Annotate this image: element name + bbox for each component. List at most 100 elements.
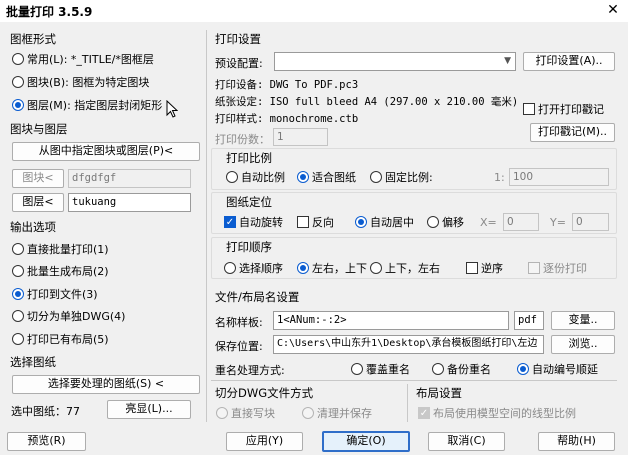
title-bar	[0, 0, 628, 22]
print-settings-label: 打印设置	[215, 32, 261, 46]
section-divider	[211, 380, 617, 381]
scale-radio-fit[interactable]: 适合图纸	[297, 169, 356, 185]
print-log-button[interactable]: 打印戳记(M)..	[530, 123, 615, 142]
cancel-button[interactable]: 取消(C)	[428, 432, 505, 451]
help-button[interactable]: 帮助(H)	[538, 432, 615, 451]
offset-y-field[interactable]: 0	[572, 213, 609, 231]
save-location-field[interactable]: C:\Users\中山东升1\Desktop\承台模板图纸打印\左边	[273, 335, 544, 354]
radio-indicator	[12, 99, 24, 111]
save-location-label: 保存位置:	[215, 340, 263, 353]
collate-checkbox[interactable]: 逐份打印	[528, 260, 587, 276]
browse-button[interactable]: 浏览..	[551, 335, 615, 354]
radio-indicator	[427, 216, 439, 228]
radio-indicator	[370, 262, 382, 274]
radio-indicator	[302, 407, 314, 419]
pick-block-or-layer-button[interactable]: 从图中指定图块或图层(P)<	[12, 142, 200, 161]
radio-indicator	[12, 53, 24, 65]
checkbox-label: 逆序	[481, 262, 503, 275]
name-template-field[interactable]: 1<ANum:-:2>	[273, 311, 509, 330]
checkbox-label: 逐份打印	[543, 262, 587, 275]
preset-select[interactable]: ▼	[274, 52, 516, 71]
preview-button[interactable]: 预览(R)	[7, 432, 86, 451]
radio-label: 批量生成布局(2)	[27, 265, 109, 278]
radio-label: 常用(L): *_TITLE/*图框层	[27, 53, 154, 66]
radio-label: 自动居中	[370, 216, 414, 229]
output-radio-direct-print[interactable]: 直接批量打印(1)	[12, 241, 109, 257]
ok-button[interactable]: 确定(O)	[322, 431, 410, 452]
radio-indicator	[351, 363, 363, 375]
radio-indicator	[226, 171, 238, 183]
radio-indicator	[297, 171, 309, 183]
scale-radio-fixed[interactable]: 固定比例:	[370, 169, 433, 185]
radio-indicator	[355, 216, 367, 228]
file-layout-label: 文件/布局名设置	[215, 290, 300, 304]
output-radio-gen-layouts[interactable]: 批量生成布局(2)	[12, 263, 109, 279]
check-icon: ✓	[224, 216, 236, 228]
scale-ratio-field[interactable]: 100	[509, 168, 609, 186]
radio-label: 自动比例	[241, 171, 285, 184]
radio-indicator	[12, 243, 24, 255]
radio-label: 选择顺序	[239, 262, 283, 275]
chevron-down-icon: ▼	[504, 56, 511, 66]
output-radio-split-dwg[interactable]: 切分为单独DWG(4)	[12, 308, 125, 324]
print-order-label: 打印顺序	[224, 239, 274, 255]
frame-radio-block[interactable]: 图块(B): 图框为特定图块	[12, 74, 149, 90]
block-pick-button[interactable]: 图块<	[12, 169, 64, 188]
order-radio-tb-lr[interactable]: 上下，左右	[370, 260, 440, 276]
select-drawings-button[interactable]: 选择要处理的图纸(S) <	[12, 375, 200, 394]
close-icon[interactable]: ✕	[604, 1, 622, 19]
frame-radio-layer[interactable]: 图层(M): 指定图层封闭矩形	[12, 97, 162, 113]
order-radio-select[interactable]: 选择顺序	[224, 260, 283, 276]
scale-radio-auto[interactable]: 自动比例	[226, 169, 285, 185]
split-radio-direct-wblock[interactable]: 直接写块	[216, 405, 275, 421]
apply-button[interactable]: 应用(Y)	[226, 432, 303, 451]
mouse-cursor-icon	[166, 100, 178, 118]
highlight-button[interactable]: 亮显(L)...	[107, 400, 191, 419]
offset-x-label: X=	[480, 216, 497, 229]
rename-radio-backup[interactable]: 备份重名	[432, 361, 491, 377]
reverse-checkbox[interactable]: 反向	[297, 214, 334, 230]
block-name-field[interactable]: dfgdfgf	[68, 169, 191, 188]
radio-indicator	[12, 76, 24, 88]
checkbox-label: 布局使用模型空间的线型比例	[433, 407, 576, 420]
variables-button[interactable]: 变量..	[551, 311, 615, 330]
radio-indicator	[517, 363, 529, 375]
radio-label: 上下，左右	[385, 262, 440, 275]
print-settings-button[interactable]: 打印设置(A)..	[523, 52, 615, 71]
order-radio-lr-tb[interactable]: 左右，上下	[297, 260, 367, 276]
reverse-order-checkbox[interactable]: 逆序	[466, 260, 503, 276]
open-print-log-checkbox[interactable]: 打开打印戳记	[523, 101, 604, 117]
radio-indicator	[12, 288, 24, 300]
output-radio-existing-layouts[interactable]: 打印已有布局(5)	[12, 331, 109, 347]
checkbox-indicator	[297, 216, 309, 228]
offset-y-label: Y=	[550, 216, 566, 229]
file-extension-field[interactable]: pdf	[514, 311, 544, 330]
rename-radio-auto-number[interactable]: 自动编号顺延	[517, 361, 598, 377]
window-title: 批量打印 3.5.9	[6, 5, 93, 19]
layer-name-field[interactable]: tukuang	[68, 193, 191, 212]
checkbox-label: 反向	[312, 216, 334, 229]
radio-indicator	[432, 363, 444, 375]
offset-x-field[interactable]: 0	[503, 213, 539, 231]
auto-rotate-checkbox[interactable]: ✓ 自动旋转	[224, 214, 283, 230]
radio-label: 自动编号顺延	[532, 363, 598, 376]
auto-center-radio[interactable]: 自动居中	[355, 214, 414, 230]
radio-label: 清理并保存	[317, 407, 372, 420]
rename-radio-overwrite[interactable]: 覆盖重名	[351, 361, 410, 377]
radio-indicator	[370, 171, 382, 183]
frame-radio-common[interactable]: 常用(L): *_TITLE/*图框层	[12, 51, 154, 67]
check-icon: ✓	[418, 407, 430, 419]
column-divider	[206, 30, 207, 422]
copies-field[interactable]: 1	[273, 128, 328, 146]
layer-pick-button[interactable]: 图层<	[12, 193, 64, 212]
output-options-label: 输出选项	[10, 220, 56, 234]
offset-radio[interactable]: 偏移	[427, 214, 464, 230]
blocks-layers-label: 图块与图层	[10, 122, 68, 136]
radio-label: 图层(M): 指定图层封闭矩形	[27, 99, 163, 112]
radio-indicator	[216, 407, 228, 419]
section-divider-vertical	[407, 384, 408, 422]
split-radio-purge-save[interactable]: 清理并保存	[302, 405, 372, 421]
output-radio-print-to-file[interactable]: 打印到文件(3)	[12, 286, 98, 302]
radio-label: 打印已有布局(5)	[27, 333, 109, 346]
model-linetype-checkbox[interactable]: ✓ 布局使用模型空间的线型比例	[418, 405, 576, 421]
